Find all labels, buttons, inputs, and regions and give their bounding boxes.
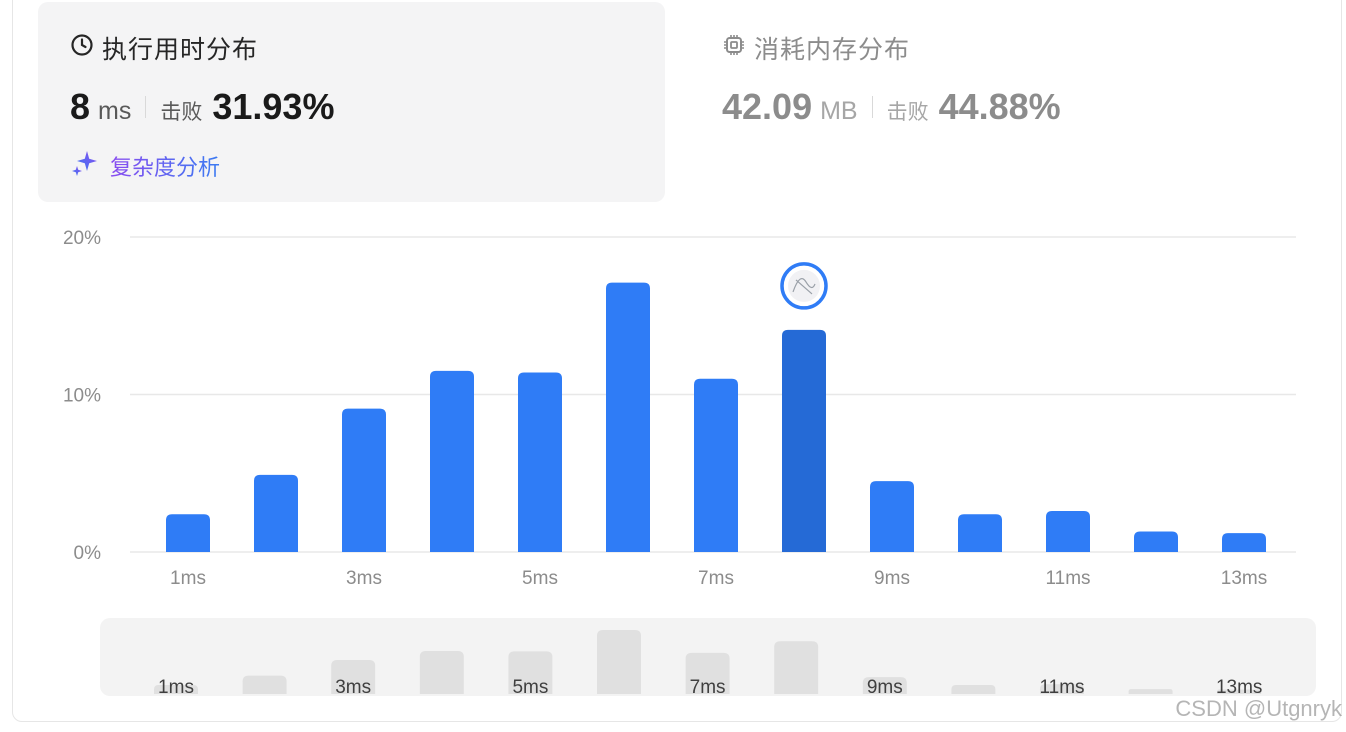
mini-bar-10ms <box>951 685 996 694</box>
bar-1ms[interactable] <box>166 514 210 552</box>
bar-9ms[interactable] <box>870 481 914 552</box>
bar-11ms[interactable] <box>1046 511 1090 552</box>
x-tick-label: 7ms <box>698 568 734 589</box>
x-tick-label: 9ms <box>874 568 910 589</box>
runtime-distribution-chart: 0% 10% 20% 1ms 3ms 5ms 7ms 9ms 11ms 13ms 1ms 3ms 5ms… <box>63 228 1316 698</box>
mini-x-tick-label: 9ms <box>867 677 903 698</box>
mini-x-tick-label: 13ms <box>1216 677 1262 698</box>
watermark: CSDN @Utgnryk <box>1175 696 1342 721</box>
x-tick-label: 1ms <box>170 568 206 589</box>
mini-bar-12ms <box>1128 689 1173 694</box>
bar-4ms[interactable] <box>430 370 474 552</box>
mini-x-tick-label: 1ms <box>158 677 194 698</box>
bar-8ms[interactable] <box>782 329 826 552</box>
mini-x-tick-label: 3ms <box>335 677 371 698</box>
mini-x-tick-label: 7ms <box>690 677 726 698</box>
y-tick-label: 0% <box>74 543 102 564</box>
bar-3ms[interactable] <box>342 408 386 552</box>
bar-7ms[interactable] <box>694 378 738 552</box>
bar-10ms[interactable] <box>958 514 1002 552</box>
y-tick-label: 20% <box>63 228 101 249</box>
x-tick-label: 3ms <box>346 568 382 589</box>
mini-x-tick-label: 5ms <box>512 677 548 698</box>
x-tick-label: 13ms <box>1221 568 1267 589</box>
bar-13ms[interactable] <box>1222 533 1266 552</box>
mini-bar-4ms <box>419 650 464 694</box>
x-tick-label: 5ms <box>522 568 558 589</box>
bar-2ms[interactable] <box>254 474 298 552</box>
mini-bar-8ms <box>774 641 819 694</box>
y-tick-label: 10% <box>63 386 101 407</box>
mini-bar-2ms <box>242 675 287 694</box>
x-tick-label: 11ms <box>1045 568 1090 589</box>
bar-12ms[interactable] <box>1134 531 1178 552</box>
avatar-face <box>788 269 820 302</box>
mini-x-tick-label: 11ms <box>1039 677 1084 698</box>
bar-5ms[interactable] <box>518 372 562 552</box>
bar-6ms[interactable] <box>606 282 650 552</box>
mini-bar-6ms <box>597 630 641 694</box>
